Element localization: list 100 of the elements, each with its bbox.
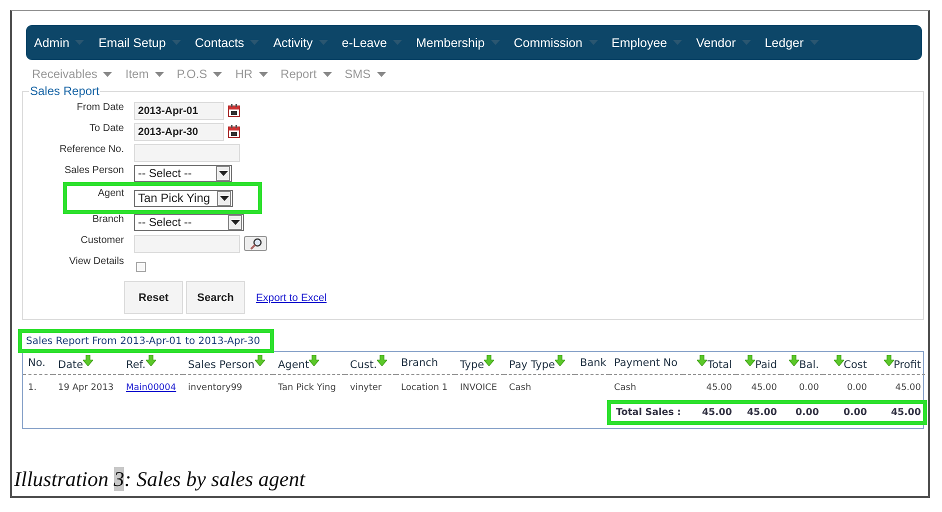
column-header: Cost: [844, 359, 867, 371]
menu-item[interactable]: Commission: [514, 36, 598, 50]
sort-arrow-icon[interactable]: [697, 355, 708, 366]
column-header: Payment No: [614, 357, 678, 369]
total-value: 0.00: [794, 406, 820, 418]
total-value: 45.00: [700, 406, 733, 418]
field-label: From Date: [76, 101, 125, 113]
table-cell: 19 Apr 2013: [58, 383, 114, 393]
caret-icon: [742, 40, 751, 45]
total-label: Total Sales :: [615, 406, 682, 418]
dropdown[interactable]: -- Select --: [134, 214, 244, 231]
column-header: Bank: [580, 357, 606, 369]
sort-arrow-icon[interactable]: [834, 355, 844, 366]
menu-item[interactable]: Vendor: [696, 36, 751, 50]
sort-arrow-icon[interactable]: [554, 355, 565, 366]
search-button[interactable]: [244, 236, 267, 251]
search-icon: [250, 238, 262, 250]
reference-link[interactable]: Main00004: [126, 383, 176, 393]
column-header: No.: [28, 357, 46, 369]
total-value: 45.00: [890, 406, 922, 418]
caret-icon: [250, 40, 260, 45]
checkbox[interactable]: [136, 262, 146, 272]
caret-icon: [172, 40, 181, 45]
column-header: Date: [58, 359, 84, 371]
table-cell: Cash: [509, 383, 532, 393]
sort-arrow-icon[interactable]: [146, 355, 156, 366]
button[interactable]: Reset: [124, 281, 183, 314]
table-cell: INVOICE: [460, 383, 498, 393]
table-cell: inventory99: [188, 383, 242, 393]
dropdown[interactable]: -- Select --: [134, 165, 232, 182]
figure-caption: Illustration 3: Sales by sales agent: [14, 467, 306, 492]
caret-icon: [213, 72, 222, 76]
caret-icon: [810, 40, 819, 45]
column-header: Sales Person: [188, 359, 255, 371]
menu-item[interactable]: Admin: [34, 36, 84, 50]
caret-icon: [154, 72, 164, 76]
table-cell: Tan Pick Ying: [278, 383, 336, 393]
sort-arrow-icon[interactable]: [376, 355, 387, 366]
caret-icon: [103, 72, 112, 76]
table-cell: 0.00: [798, 383, 819, 393]
panel-title: Sales Report: [29, 84, 100, 98]
caret-icon: [75, 40, 84, 45]
caret-icon: [258, 72, 268, 76]
export-link[interactable]: Export to Excel: [256, 292, 327, 304]
table-cell: vinyter: [350, 383, 382, 393]
table-cell: 1.: [28, 383, 37, 393]
text-field[interactable]: [134, 234, 240, 252]
caret-icon: [490, 40, 500, 45]
sort-arrow-icon[interactable]: [745, 355, 756, 366]
date-field[interactable]: 2013-Apr-30: [134, 122, 224, 140]
table-cell: 45.00: [706, 383, 732, 393]
menu-item[interactable]: Contacts: [194, 36, 260, 50]
sort-arrow-icon[interactable]: [254, 355, 265, 366]
table-cell: 45.00: [751, 383, 777, 393]
menu-item[interactable]: Employee: [612, 36, 682, 50]
column-header: Bal.: [799, 359, 819, 371]
field-label: Branch: [91, 213, 125, 225]
field-label: View Details: [68, 255, 125, 267]
menu-item[interactable]: Activity: [273, 36, 328, 50]
report-title: Sales Report From 2013-Apr-01 to 2013-Apr-30: [20, 331, 272, 351]
table-cell: 45.00: [895, 383, 921, 393]
field-label: Reference No.: [59, 143, 125, 155]
date-field[interactable]: 2013-Apr-01: [134, 102, 224, 120]
column-header: Total: [707, 359, 732, 371]
button[interactable]: Search: [186, 281, 245, 314]
caret-icon: [230, 220, 240, 225]
field-label: Customer: [80, 234, 125, 246]
field-label: Agent: [96, 187, 125, 199]
column-header: Agent: [278, 359, 310, 371]
sort-arrow-icon[interactable]: [884, 355, 894, 366]
calendar-icon[interactable]: [228, 125, 240, 138]
caret-icon: [376, 72, 386, 76]
menu-item[interactable]: e-Leave: [342, 36, 402, 50]
text-field[interactable]: [134, 144, 240, 162]
field-label: Sales Person: [64, 164, 125, 176]
caret-icon: [673, 40, 682, 45]
sort-arrow-icon[interactable]: [484, 355, 494, 366]
menu-item[interactable]: Membership: [416, 36, 500, 50]
caret-icon: [392, 40, 402, 45]
table-cell: Location 1: [401, 383, 448, 393]
table-cell: Cash: [614, 383, 636, 393]
menu-item[interactable]: Email Setup: [98, 36, 181, 50]
column-header: Pay Type: [509, 359, 555, 371]
caret-icon: [588, 40, 598, 45]
menu-item[interactable]: Ledger: [764, 36, 819, 50]
column-header: Type: [460, 359, 484, 371]
caret-icon: [220, 196, 228, 200]
calendar-icon[interactable]: [228, 104, 240, 117]
caret-icon: [318, 40, 328, 45]
total-value: 0.00: [842, 406, 868, 418]
column-header: Cust.: [350, 359, 377, 371]
sort-arrow-icon[interactable]: [83, 355, 94, 366]
total-value: 45.00: [746, 406, 778, 418]
table-cell: 0.00: [846, 383, 867, 393]
caret-icon: [322, 72, 332, 76]
caret-icon: [218, 171, 228, 176]
dropdown[interactable]: Tan Pick Ying: [134, 190, 233, 206]
sort-arrow-icon[interactable]: [309, 355, 320, 366]
sort-arrow-icon[interactable]: [789, 355, 800, 366]
field-label: To Date: [88, 122, 125, 134]
